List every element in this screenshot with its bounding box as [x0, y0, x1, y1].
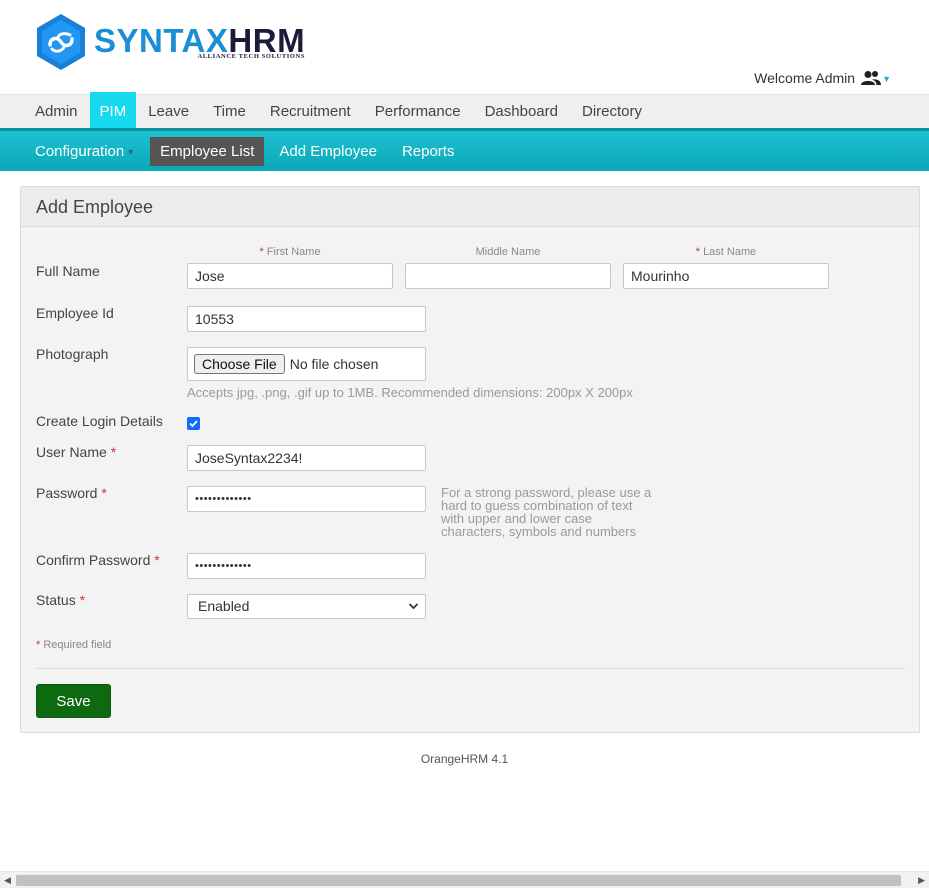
header: SYNTAXHRM ALLIANCE TECH SOLUTIONS Welcom… — [0, 0, 929, 94]
password-label-text: Password — [36, 485, 98, 501]
subnav-reports[interactable]: Reports — [392, 137, 465, 166]
required-asterisk: * — [154, 552, 160, 568]
username-input[interactable]: JoseSyntax2234! — [187, 445, 426, 471]
subnav-add-employee[interactable]: Add Employee — [269, 137, 387, 166]
status-select[interactable]: Enabled — [187, 594, 426, 619]
required-asterisk: * — [110, 444, 117, 460]
required-asterisk: * — [79, 592, 86, 608]
nav-leave[interactable]: Leave — [136, 95, 201, 128]
scrollbar-thumb[interactable] — [16, 875, 901, 886]
confirm-password-label-text: Confirm Password — [36, 552, 151, 568]
checkmark-icon — [189, 420, 198, 428]
required-asterisk: * — [36, 639, 41, 651]
subnav-configuration[interactable]: Configuration ▼ — [25, 137, 145, 166]
users-icon — [861, 71, 882, 85]
create-login-checkbox[interactable] — [187, 417, 200, 430]
first-name-header: * First Name — [187, 246, 393, 258]
scroll-right-icon[interactable]: ▶ — [918, 875, 925, 886]
last-name-header: * Last Name — [623, 246, 829, 258]
save-button[interactable]: Save — [36, 684, 111, 718]
chevron-down-icon — [408, 595, 419, 626]
horizontal-scrollbar[interactable]: ◀ ▶ — [0, 871, 929, 888]
file-status-text: No file chosen — [289, 356, 379, 372]
nav-time[interactable]: Time — [201, 95, 258, 128]
nav-pim[interactable]: PIM — [89, 92, 137, 132]
nav-directory[interactable]: Directory — [570, 95, 654, 128]
last-name-header-label: Last Name — [703, 246, 757, 258]
photo-file-input[interactable]: Choose File No file chosen — [187, 347, 426, 381]
confirm-password-input[interactable]: ••••••••••••• — [187, 553, 426, 579]
welcome-menu[interactable]: Welcome Admin ▼ — [754, 70, 891, 86]
add-employee-panel: Add Employee * First Name Middle Name * … — [20, 186, 920, 733]
chevron-down-icon: ▼ — [882, 74, 891, 84]
logo[interactable]: SYNTAXHRM ALLIANCE TECH SOLUTIONS — [36, 13, 305, 71]
last-name-input[interactable]: Mourinho — [623, 263, 829, 289]
password-label: Password * — [36, 485, 107, 501]
username-label: User Name * — [36, 444, 116, 460]
footer-version: OrangeHRM 4.1 — [420, 752, 509, 766]
required-field-text: Required field — [43, 639, 112, 651]
employee-id-input[interactable]: 10553 — [187, 306, 426, 332]
logo-text: SYNTAXHRM ALLIANCE TECH SOLUTIONS — [94, 24, 305, 61]
create-login-label: Create Login Details — [36, 413, 163, 429]
welcome-text: Welcome Admin — [754, 70, 856, 86]
full-name-label: Full Name — [36, 263, 100, 279]
sub-nav: Configuration ▼ Employee List Add Employe… — [0, 128, 929, 171]
password-input[interactable]: ••••••••••••• — [187, 486, 426, 512]
password-hint: For a strong password, please use a hard… — [441, 485, 652, 539]
status-selected-value: Enabled — [198, 598, 250, 614]
panel-title: Add Employee — [21, 187, 919, 227]
main-nav: Admin PIM Leave Time Recruitment Perform… — [0, 92, 929, 132]
middle-name-input[interactable] — [405, 263, 611, 289]
nav-recruitment[interactable]: Recruitment — [258, 95, 363, 128]
required-asterisk: * — [259, 246, 264, 258]
divider — [36, 668, 905, 669]
username-label-text: User Name — [36, 444, 107, 460]
employee-id-label: Employee Id — [36, 305, 114, 321]
middle-name-header: Middle Name — [475, 246, 541, 258]
first-name-header-label: First Name — [266, 246, 321, 258]
choose-file-button[interactable]: Choose File — [194, 354, 285, 374]
nav-dashboard[interactable]: Dashboard — [473, 95, 570, 128]
subnav-configuration-label: Configuration — [35, 142, 125, 160]
required-asterisk: * — [101, 485, 107, 501]
required-field-note: * Required field — [36, 639, 111, 651]
chevron-down-icon: ▼ — [126, 147, 136, 157]
photo-hint: Accepts jpg, .png, .gif up to 1MB. Recom… — [187, 385, 633, 400]
syntax-hex-logo-icon — [37, 14, 85, 70]
scroll-left-icon[interactable]: ◀ — [4, 875, 11, 886]
required-asterisk: * — [695, 246, 700, 258]
status-label-text: Status — [36, 592, 76, 608]
status-label: Status * — [36, 592, 85, 608]
nav-performance[interactable]: Performance — [363, 95, 473, 128]
nav-admin[interactable]: Admin — [23, 95, 90, 128]
first-name-input[interactable]: Jose — [187, 263, 393, 289]
photograph-label: Photograph — [36, 346, 109, 362]
subnav-employee-list[interactable]: Employee List — [150, 136, 265, 166]
confirm-password-label: Confirm Password * — [36, 552, 160, 568]
